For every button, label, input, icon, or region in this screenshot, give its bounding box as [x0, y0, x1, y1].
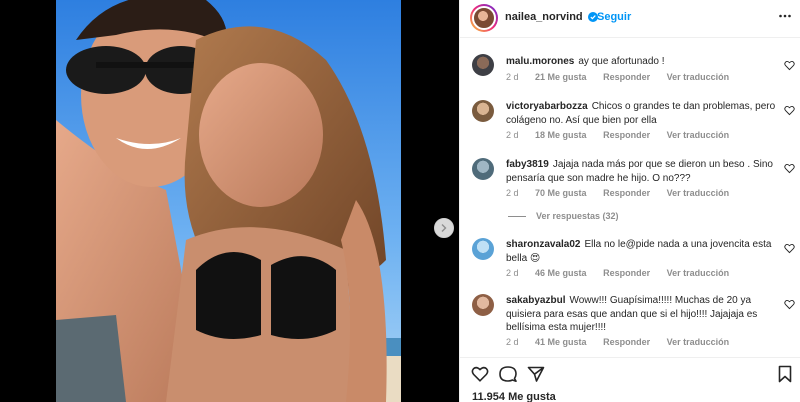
replies-divider	[508, 216, 526, 218]
more-options-icon[interactable]	[778, 9, 792, 23]
comment-username[interactable]: faby3819	[506, 159, 549, 170]
comment-likes[interactable]: 18 Me gusta	[535, 130, 587, 140]
post-actions-bar: 11.954 Me gusta	[460, 357, 800, 402]
comment-username[interactable]: malu.morones	[506, 56, 574, 67]
comment-body: ay que afortunado !	[578, 56, 665, 67]
post-header: nailea_norvind Seguir	[460, 0, 800, 38]
reply-button[interactable]: Responder	[603, 188, 650, 198]
comment-meta: 2 d 21 Me gusta Responder Ver traducción	[506, 72, 743, 82]
chevron-right-icon	[439, 223, 449, 233]
paper-plane-icon[interactable]	[527, 365, 545, 383]
reply-button[interactable]: Responder	[603, 130, 650, 140]
commenter-avatar[interactable]	[472, 100, 494, 122]
translate-button[interactable]: Ver traducción	[667, 130, 730, 140]
commenter-avatar[interactable]	[472, 158, 494, 180]
comment-meta: 2 d 18 Me gusta Responder Ver traducción	[506, 130, 743, 140]
heart-icon[interactable]	[784, 163, 795, 174]
translate-button[interactable]: Ver traducción	[667, 268, 730, 278]
heart-icon[interactable]	[784, 299, 795, 310]
comment-likes[interactable]: 21 Me gusta	[535, 72, 587, 82]
comment-time[interactable]: 2 d	[506, 130, 519, 140]
comment-username[interactable]: victoryabarbozza	[506, 101, 588, 112]
comments-list[interactable]: malu.morones ay que afortunado ! 2 d 21 M…	[460, 39, 800, 357]
commenter-avatar[interactable]	[472, 294, 494, 316]
comment-text: faby3819 Jajaja nada más por que se diero…	[506, 158, 778, 185]
follow-button[interactable]: Seguir	[597, 11, 631, 23]
comment-meta: 2 d 46 Me gusta Responder Ver traducción	[506, 268, 743, 278]
heart-icon[interactable]	[471, 365, 489, 383]
translate-button[interactable]: Ver traducción	[667, 188, 730, 198]
post-side-panel: nailea_norvind Seguir malu.morones ay que…	[459, 0, 800, 402]
comment-username[interactable]: sakabyazbul	[506, 295, 565, 306]
comment-time[interactable]: 2 d	[506, 188, 519, 198]
heart-icon[interactable]	[784, 60, 795, 71]
reply-button[interactable]: Responder	[603, 268, 650, 278]
comment-likes[interactable]: 46 Me gusta	[535, 268, 587, 278]
post-photo[interactable]	[56, 0, 401, 402]
view-replies-label: Ver respuestas (32)	[536, 211, 619, 221]
author-avatar[interactable]	[470, 4, 498, 32]
reply-button[interactable]: Responder	[603, 72, 650, 82]
reply-button[interactable]: Responder	[603, 337, 650, 347]
comment-time[interactable]: 2 d	[506, 337, 519, 347]
comment-text: sharonzavala02 Ella no le@pide nada a una…	[506, 238, 778, 265]
translate-button[interactable]: Ver traducción	[667, 72, 730, 82]
heart-icon[interactable]	[784, 105, 795, 116]
post-likes-count[interactable]: 11.954 Me gusta	[472, 391, 556, 402]
author-username[interactable]: nailea_norvind	[505, 11, 583, 23]
comment-meta: 2 d 41 Me gusta Responder Ver traducción	[506, 337, 743, 347]
comment-text: victoryabarbozza Chicos o grandes te dan …	[506, 100, 778, 127]
comment-likes[interactable]: 70 Me gusta	[535, 188, 587, 198]
next-photo-button[interactable]	[434, 218, 454, 238]
comment-meta: 2 d 70 Me gusta Responder Ver traducción	[506, 188, 743, 198]
comment-likes[interactable]: 41 Me gusta	[535, 337, 587, 347]
heart-icon[interactable]	[784, 243, 795, 254]
comment-time[interactable]: 2 d	[506, 72, 519, 82]
comment-bubble-icon[interactable]	[499, 365, 517, 383]
comment-username[interactable]: sharonzavala02	[506, 239, 581, 250]
view-replies-button[interactable]: Ver respuestas (32)	[508, 211, 619, 221]
comment-time[interactable]: 2 d	[506, 268, 519, 278]
comment-text: sakabyazbul Woww!!! Guapísima!!!!! Muchas…	[506, 294, 778, 335]
bookmark-icon[interactable]	[776, 365, 794, 383]
comment-text: malu.morones ay que afortunado !	[506, 55, 778, 69]
commenter-avatar[interactable]	[472, 238, 494, 260]
translate-button[interactable]: Ver traducción	[667, 337, 730, 347]
commenter-avatar[interactable]	[472, 54, 494, 76]
